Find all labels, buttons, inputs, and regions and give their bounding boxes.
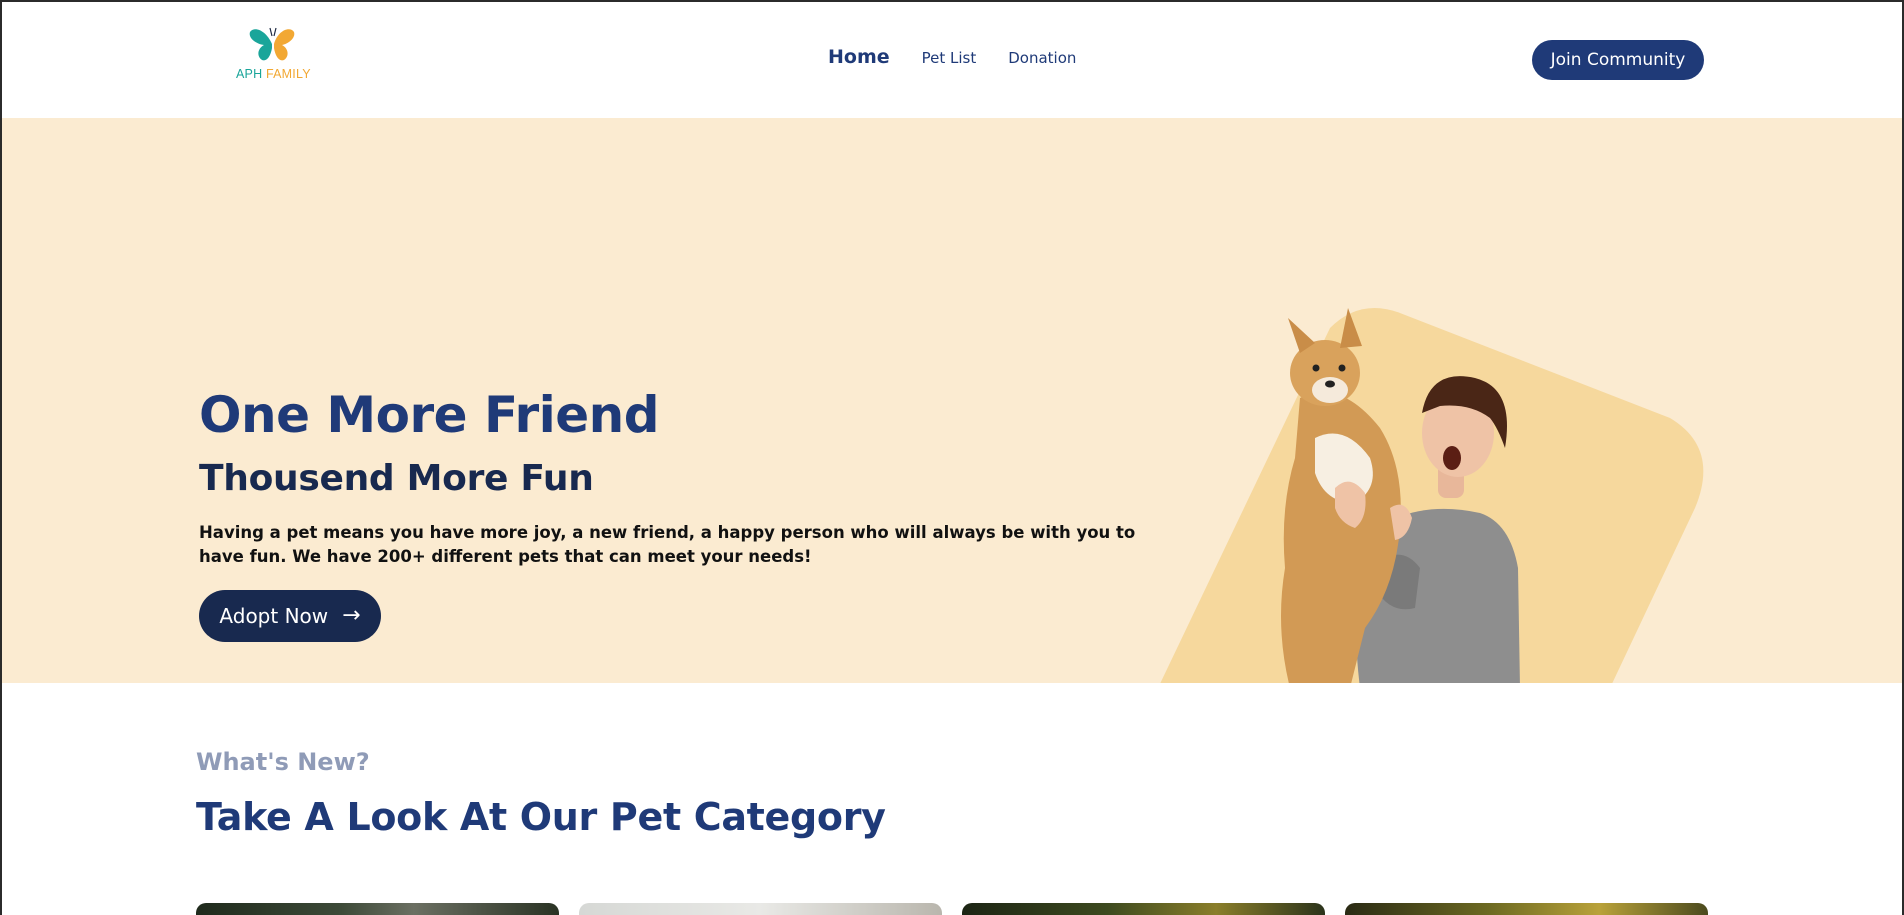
nav-item-home[interactable]: Home bbox=[828, 46, 890, 68]
main-nav: Home Pet List Donation bbox=[828, 46, 1108, 68]
pet-category-card[interactable] bbox=[962, 903, 1325, 915]
pet-category-card[interactable] bbox=[196, 903, 559, 915]
brand-logo[interactable]: APH FAMILY bbox=[236, 24, 311, 84]
section-kicker: What's New? bbox=[196, 748, 370, 776]
pet-category-card[interactable] bbox=[579, 903, 942, 915]
site-header: APH FAMILY Home Pet List Donation Join C… bbox=[0, 0, 1904, 118]
nav-item-pet-list[interactable]: Pet List bbox=[922, 49, 977, 67]
join-community-button[interactable]: Join Community bbox=[1532, 40, 1704, 80]
brand-name-part2: FAMILY bbox=[266, 67, 311, 81]
arrow-right-icon: → bbox=[342, 603, 361, 628]
hero-description: Having a pet means you have more joy, a … bbox=[199, 523, 1136, 566]
pet-category-cards bbox=[196, 903, 1708, 915]
pet-category-card[interactable] bbox=[1345, 903, 1708, 915]
brand-wordmark: APH FAMILY bbox=[236, 67, 311, 81]
adopt-now-label: Adopt Now bbox=[219, 604, 329, 628]
section-title: Take A Look At Our Pet Category bbox=[196, 795, 886, 839]
hero-subtitle: Thousend More Fun bbox=[199, 458, 594, 499]
hero-illustration bbox=[1160, 308, 1704, 683]
butterfly-logo-icon bbox=[249, 27, 295, 61]
hero-section: One More Friend Thousend More Fun Having… bbox=[0, 118, 1904, 683]
adopt-now-button[interactable]: Adopt Now → bbox=[199, 590, 381, 642]
nav-item-donation[interactable]: Donation bbox=[1008, 49, 1076, 67]
brand-name-part1: APH bbox=[236, 67, 263, 81]
hero-title: One More Friend bbox=[199, 386, 660, 444]
